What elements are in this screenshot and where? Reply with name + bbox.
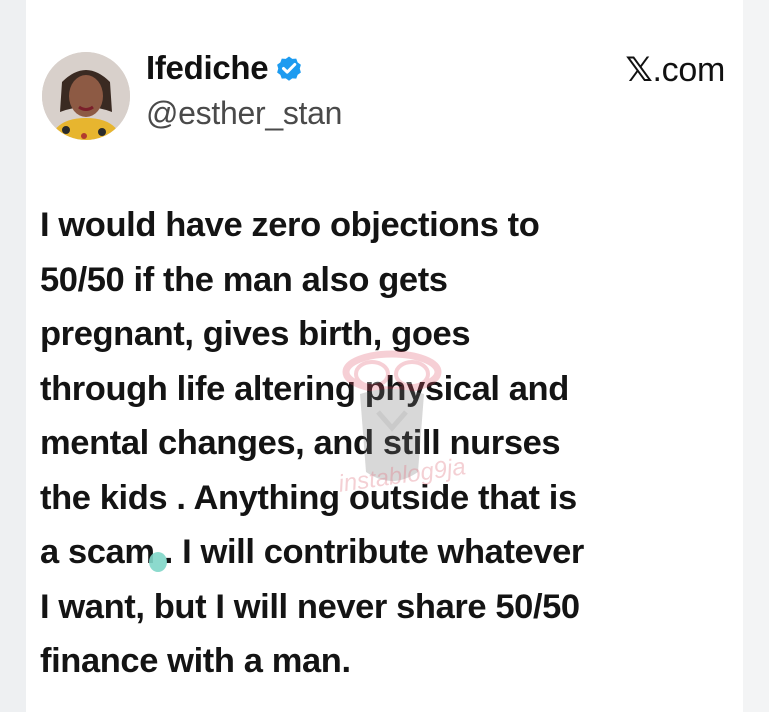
- verified-badge-icon: [277, 56, 302, 81]
- left-panel-edge: [0, 0, 26, 712]
- avatar-image: [42, 52, 130, 140]
- avatar[interactable]: [42, 52, 130, 140]
- right-panel-edge: [743, 0, 769, 712]
- tweet-text: I would have zero objections to 50/50 if…: [40, 206, 584, 680]
- author-name-row[interactable]: Ifediche: [146, 48, 304, 88]
- paint-smudge: [149, 552, 167, 572]
- author-display-name[interactable]: Ifediche: [146, 49, 269, 87]
- author-handle[interactable]: @esther_stan: [146, 95, 342, 132]
- source-domain: .com: [652, 51, 726, 89]
- x-logo-icon: 𝕏: [625, 50, 653, 90]
- source-label: 𝕏.com: [625, 50, 725, 90]
